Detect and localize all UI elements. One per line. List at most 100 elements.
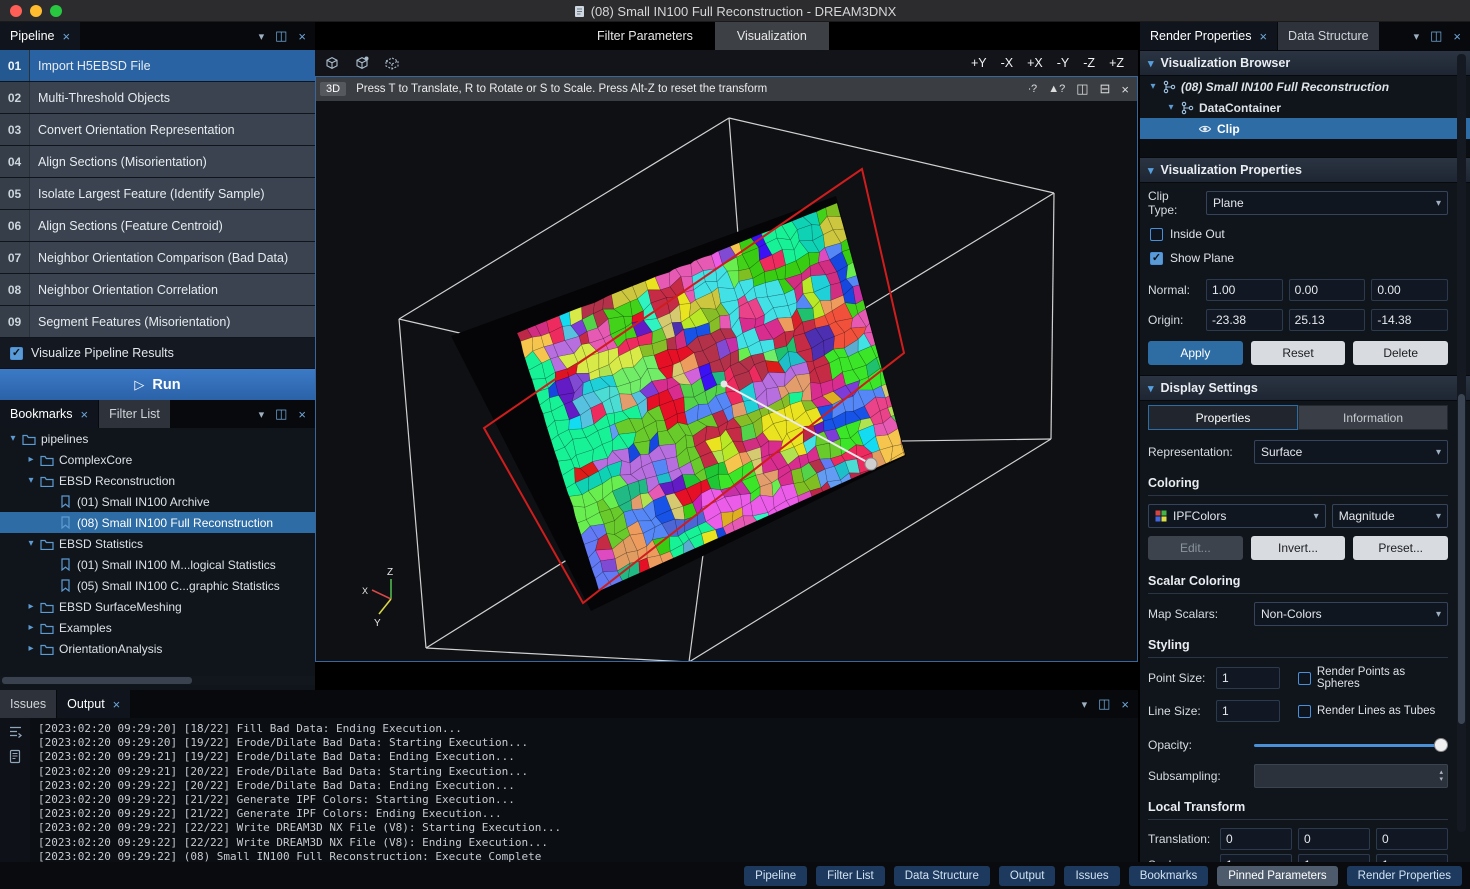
translation-x-field[interactable] — [1220, 828, 1292, 850]
bookmark-item-01-small-in100-m-logical-statistics[interactable]: (01) Small IN100 M...logical Statistics — [0, 554, 315, 575]
origin-z-field[interactable] — [1371, 309, 1448, 331]
pipeline-filter-align-sections-feature-centroid[interactable]: 06Align Sections (Feature Centroid) — [0, 210, 315, 241]
translation-z-field[interactable] — [1376, 828, 1448, 850]
browser-node-datacontainer[interactable]: ▾DataContainer — [1140, 97, 1470, 118]
camera-axis-z[interactable]: +Z — [1109, 56, 1124, 70]
camera-axis-y[interactable]: +Y — [971, 56, 987, 70]
bookmark-folder-ebsd-statistics[interactable]: ▾EBSD Statistics — [0, 533, 315, 554]
panel-menu-icon[interactable]: ▾ — [1082, 698, 1088, 711]
split-horizontal-icon[interactable]: ◫ — [1076, 81, 1088, 97]
tab-bookmarks[interactable]: Bookmarks × — [0, 400, 98, 428]
subsampling-spinbox[interactable]: ▴ ▾ — [1254, 764, 1448, 788]
pick-info-icon[interactable]: ▲? — [1048, 83, 1065, 95]
chevron-down-icon[interactable]: ▾ — [1164, 102, 1178, 113]
opacity-slider[interactable] — [1254, 734, 1448, 756]
window-minimize-button[interactable] — [30, 5, 42, 17]
tab-filter-parameters[interactable]: Filter Parameters — [575, 22, 715, 50]
invert-colormap-button[interactable]: Invert... — [1251, 536, 1346, 560]
eye-visibility-icon[interactable] — [1196, 122, 1214, 136]
visualization-properties-header[interactable]: ▾ Visualization Properties — [1140, 157, 1470, 183]
representation-dropdown[interactable]: Surface ▾ — [1254, 440, 1448, 464]
spin-down-icon[interactable]: ▾ — [1439, 776, 1443, 783]
close-panel-icon[interactable]: × — [1121, 697, 1129, 712]
browser-node-08-small-in100-full-reconstruction[interactable]: ▾(08) Small IN100 Full Reconstruction — [1140, 76, 1470, 97]
apply-button[interactable]: Apply — [1148, 341, 1243, 365]
color-array-dropdown[interactable]: IPFColors ▾ — [1148, 504, 1326, 528]
pipeline-filter-import-h5ebsd-file[interactable]: 01Import H5EBSD File — [0, 50, 315, 81]
panel-menu-icon[interactable]: ▾ — [259, 30, 265, 43]
scale-y-field[interactable] — [1298, 854, 1370, 862]
pipeline-filter-convert-orientation-representation[interactable]: 03Convert Orientation Representation — [0, 114, 315, 145]
origin-y-field[interactable] — [1289, 309, 1366, 331]
normal-x-field[interactable] — [1206, 279, 1283, 301]
edit-colormap-button[interactable]: Edit... — [1148, 536, 1243, 560]
normal-y-field[interactable] — [1289, 279, 1366, 301]
tab-information[interactable]: Information — [1298, 405, 1448, 430]
close-tab-icon[interactable]: × — [62, 30, 70, 43]
origin-x-field[interactable] — [1206, 309, 1283, 331]
probe-info-icon[interactable]: ∙? — [1028, 83, 1037, 95]
dock-toggle-data-structure[interactable]: Data Structure — [894, 866, 990, 886]
camera-axis-x[interactable]: -X — [1001, 56, 1014, 70]
bookmark-item-01-small-in100-archive[interactable]: (01) Small IN100 Archive — [0, 491, 315, 512]
opacity-slider-handle[interactable] — [1434, 738, 1448, 752]
translation-y-field[interactable] — [1298, 828, 1370, 850]
camera-axis-y[interactable]: -Y — [1057, 56, 1070, 70]
map-scalars-dropdown[interactable]: Non-Colors ▾ — [1254, 602, 1448, 626]
tab-data-structure[interactable]: Data Structure — [1278, 22, 1379, 50]
bookmark-folder-ebsd-surfacemeshing[interactable]: ▸EBSD SurfaceMeshing — [0, 596, 315, 617]
save-log-icon[interactable] — [8, 749, 22, 764]
line-size-field[interactable] — [1216, 700, 1280, 722]
component-dropdown[interactable]: Magnitude ▾ — [1332, 504, 1448, 528]
undock-panel-icon[interactable]: ◫ — [1098, 696, 1110, 712]
undock-panel-icon[interactable]: ◫ — [275, 28, 287, 44]
spin-up-icon[interactable]: ▴ — [1439, 769, 1443, 776]
panel-menu-icon[interactable]: ▾ — [1414, 30, 1420, 43]
chevron-down-icon[interactable]: ▾ — [6, 433, 20, 444]
undock-panel-icon[interactable]: ◫ — [275, 406, 287, 422]
chevron-right-icon[interactable]: ▸ — [24, 601, 38, 612]
close-panel-icon[interactable]: × — [298, 29, 306, 44]
pipeline-filter-isolate-largest-feature-identify-sample[interactable]: 05Isolate Largest Feature (Identify Samp… — [0, 178, 315, 209]
visualize-results-checkbox[interactable]: ✓ — [10, 347, 23, 360]
tab-output[interactable]: Output × — [57, 690, 130, 718]
reset-camera-icon[interactable] — [323, 54, 341, 72]
split-vertical-icon[interactable]: ⊟ — [1100, 81, 1111, 97]
bookmark-item-05-small-in100-c-graphic-statistics[interactable]: (05) Small IN100 C...graphic Statistics — [0, 575, 315, 596]
pipeline-filter-multi-threshold-objects[interactable]: 02Multi-Threshold Objects — [0, 82, 315, 113]
show-plane-checkbox[interactable]: ✓ — [1150, 252, 1163, 265]
tab-properties[interactable]: Properties — [1148, 405, 1298, 430]
render-lines-as-tubes-checkbox[interactable] — [1298, 705, 1311, 718]
tab-render-properties[interactable]: Render Properties × — [1140, 22, 1277, 50]
browser-node-clip[interactable]: Clip — [1140, 118, 1470, 139]
dock-toggle-render-properties[interactable]: Render Properties — [1347, 866, 1462, 886]
panel-menu-icon[interactable]: ▾ — [259, 408, 265, 421]
dock-toggle-output[interactable]: Output — [999, 866, 1056, 886]
pipeline-filter-segment-features-misorientation[interactable]: 09Segment Features (Misorientation) — [0, 306, 315, 337]
window-zoom-button[interactable] — [50, 5, 62, 17]
close-viewport-icon[interactable]: × — [1121, 82, 1129, 97]
view-cube-icon[interactable] — [353, 54, 371, 72]
close-panel-icon[interactable]: × — [298, 407, 306, 422]
dock-toggle-bookmarks[interactable]: Bookmarks — [1129, 866, 1209, 886]
scale-x-field[interactable] — [1220, 854, 1292, 862]
bookmark-folder-orientationanalysis[interactable]: ▸OrientationAnalysis — [0, 638, 315, 659]
window-close-button[interactable] — [10, 5, 22, 17]
inside-out-checkbox[interactable] — [1150, 228, 1163, 241]
chevron-down-icon[interactable]: ▾ — [1146, 81, 1160, 92]
reset-button[interactable]: Reset — [1251, 341, 1346, 365]
chevron-right-icon[interactable]: ▸ — [24, 454, 38, 465]
visualization-browser-header[interactable]: ▾ Visualization Browser — [1140, 50, 1470, 76]
dock-toggle-issues[interactable]: Issues — [1064, 866, 1119, 886]
chevron-down-icon[interactable]: ▾ — [24, 475, 38, 486]
point-size-field[interactable] — [1216, 667, 1280, 689]
viewport-3d-canvas[interactable]: Z X Y — [316, 101, 1137, 661]
dock-toggle-pipeline[interactable]: Pipeline — [744, 866, 807, 886]
undock-panel-icon[interactable]: ◫ — [1430, 28, 1442, 44]
bookmark-folder-complexcore[interactable]: ▸ComplexCore — [0, 449, 315, 470]
camera-axis-x[interactable]: +X — [1027, 56, 1043, 70]
bookmark-folder-ebsd-reconstruction[interactable]: ▾EBSD Reconstruction — [0, 470, 315, 491]
display-settings-header[interactable]: ▾ Display Settings — [1140, 375, 1470, 401]
dock-toggle-pinned-parameters[interactable]: Pinned Parameters — [1217, 866, 1337, 886]
pipeline-filter-neighbor-orientation-comparison-bad-data[interactable]: 07Neighbor Orientation Comparison (Bad D… — [0, 242, 315, 273]
